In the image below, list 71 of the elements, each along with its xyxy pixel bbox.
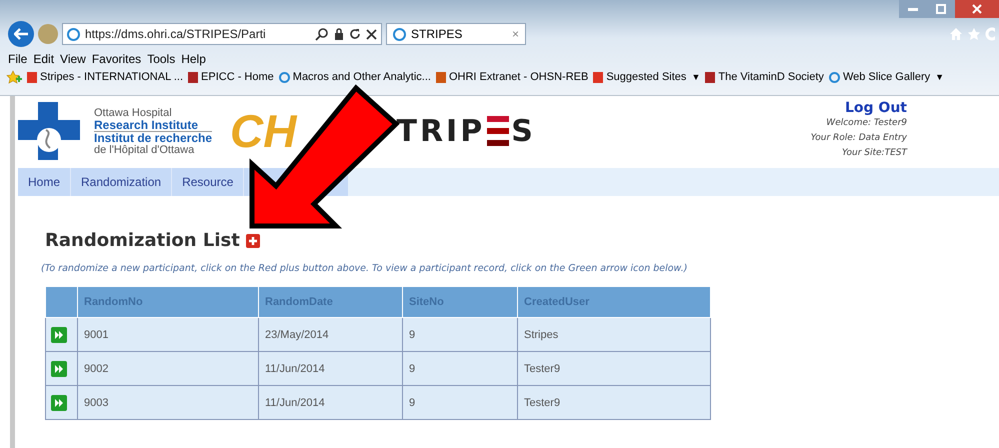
- close-button[interactable]: [955, 0, 999, 18]
- logo-text: de l'Hôpital d'Ottawa: [94, 144, 196, 156]
- add-button[interactable]: [246, 234, 260, 248]
- minimize-button[interactable]: [899, 0, 927, 18]
- instruction-text: (To randomize a new participant, click on the Red plus button above. To view a participant record, click on the Green arrow icon below.): [41, 263, 688, 274]
- stripes-logo-text: S: [511, 114, 536, 148]
- page-title: Randomization List: [45, 230, 240, 251]
- site-text: Your Site:TEST: [842, 147, 907, 160]
- lock-icon: [334, 28, 344, 40]
- table-cell: 9: [402, 352, 518, 386]
- browser-tab[interactable]: STRIPES ×: [386, 23, 526, 45]
- search-icon[interactable]: [315, 27, 329, 41]
- menu-item[interactable]: File: [8, 52, 28, 66]
- stripes-logo-text: TRIP: [396, 114, 486, 148]
- view-arrow-button[interactable]: [51, 394, 67, 410]
- nav-link[interactable]: Home: [18, 168, 72, 196]
- header-cell: [46, 286, 78, 318]
- browser-icon: [67, 28, 80, 40]
- table-cell: 9: [402, 386, 518, 420]
- tab-close-button[interactable]: ×: [512, 27, 519, 41]
- menu-item[interactable]: Tools: [147, 52, 176, 66]
- logout-link[interactable]: Log Out: [845, 101, 907, 116]
- favorite-link[interactable]: OHRI Extranet - OHSN-REB: [436, 71, 588, 83]
- hospital-cross-logo-icon: [18, 102, 80, 160]
- favorite-link[interactable]: The VitaminD Society: [705, 71, 824, 83]
- favorite-link[interactable]: Stripes - INTERNATIONAL ...: [27, 71, 184, 83]
- tab-title: STRIPES: [411, 27, 464, 41]
- logo-text: Ottawa Hospital: [94, 106, 173, 118]
- logo-text: Research Institute: [94, 118, 200, 130]
- logo-text: Institut de recherche: [94, 130, 212, 144]
- restore-icon: [936, 4, 946, 14]
- table-cell: Tester9: [518, 386, 710, 420]
- partner-logo: CH: [230, 104, 296, 158]
- stop-icon[interactable]: [366, 28, 377, 40]
- close-icon: [972, 4, 982, 14]
- nav-link[interactable]: Resource: [172, 168, 244, 196]
- star-icon[interactable]: [967, 27, 981, 41]
- table-cell: Stripes: [518, 318, 710, 352]
- minimize-icon: [908, 8, 918, 10]
- favorite-link[interactable]: Suggested Sites: [593, 71, 686, 83]
- favorite-link[interactable]: Macros and Other Analytic...: [278, 71, 431, 83]
- dropdown-arrow[interactable]: ▼: [691, 72, 700, 82]
- table-cell: 9: [402, 318, 518, 352]
- view-arrow-button[interactable]: [51, 360, 67, 376]
- back-arrow-icon: [14, 28, 28, 40]
- restore-button[interactable]: [927, 0, 955, 18]
- table-cell: 11/Jun/2014: [258, 352, 402, 386]
- favorites-star-icon[interactable]: [6, 70, 22, 84]
- menu-item[interactable]: View: [60, 52, 86, 66]
- back-button[interactable]: [8, 21, 34, 47]
- stripes-bars-icon: [487, 116, 510, 146]
- address-bar[interactable]: https://dms.ohri.ca/STRIPES/Parti: [62, 23, 382, 45]
- browser-icon: [393, 28, 406, 40]
- menu-item[interactable]: Edit: [33, 52, 54, 66]
- welcome-text: Welcome: Tester9: [826, 117, 907, 130]
- forward-button[interactable]: [38, 24, 58, 44]
- refresh-icon[interactable]: [349, 28, 361, 40]
- role-text: Your Role: Data Entry: [810, 132, 907, 145]
- view-arrow-button[interactable]: [51, 326, 67, 342]
- table-cell: 9003: [78, 386, 258, 420]
- favorite-link[interactable]: EPICC - Home: [188, 71, 274, 83]
- menu-item[interactable]: Favorites: [92, 52, 142, 66]
- table-cell: 9001: [78, 318, 258, 352]
- table-cell: 9002: [78, 352, 258, 386]
- favorite-link[interactable]: Web Slice Gallery: [828, 71, 930, 83]
- dropdown-arrow[interactable]: ▼: [935, 72, 944, 82]
- nav-link[interactable]: Randomization: [71, 168, 172, 196]
- menu-item[interactable]: Help: [181, 52, 206, 66]
- table-cell: Tester9: [518, 352, 710, 386]
- table-cell: 11/Jun/2014: [258, 386, 402, 420]
- table-cell: 23/May/2014: [258, 318, 402, 352]
